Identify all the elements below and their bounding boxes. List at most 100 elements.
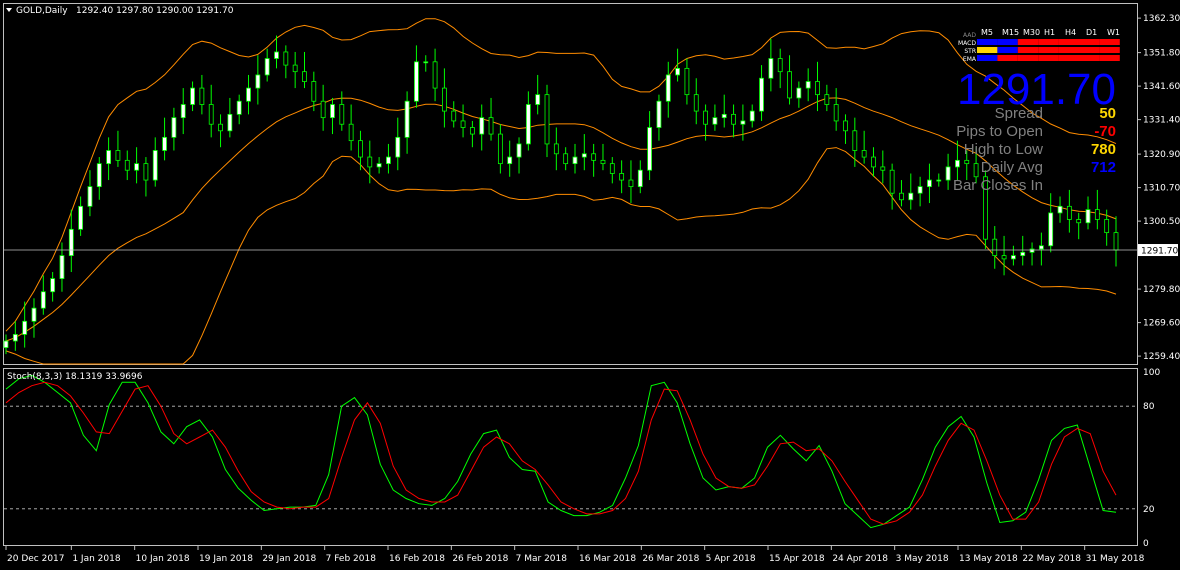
candle-body bbox=[1094, 209, 1100, 220]
candle-body bbox=[880, 166, 886, 171]
time-tick-label: 16 Mar 2018 bbox=[579, 554, 636, 564]
price-tick-label: 1341.60 bbox=[1143, 82, 1180, 92]
candle-body bbox=[581, 153, 587, 158]
signal-cell bbox=[997, 55, 1018, 61]
stat-label: Spread bbox=[995, 105, 1043, 122]
candle-body bbox=[1076, 219, 1082, 224]
signal-cell bbox=[1079, 55, 1100, 61]
candle-body bbox=[777, 58, 783, 73]
signal-cell bbox=[1099, 47, 1120, 53]
candle-body bbox=[106, 150, 112, 165]
panel-row-label: STR bbox=[964, 48, 976, 55]
chart-canvas: 1291.70 1362.30 1351.80 1341.60 1331.40 1320.… bbox=[0, 0, 1180, 570]
candle-body bbox=[731, 113, 736, 125]
signal-cell bbox=[977, 39, 998, 45]
price-tick-label: 1320.90 bbox=[1143, 150, 1180, 160]
candle-body bbox=[1113, 232, 1119, 251]
candle-body bbox=[955, 159, 960, 168]
candle-body bbox=[227, 113, 233, 132]
candle-body bbox=[190, 87, 195, 105]
candle-body bbox=[665, 74, 671, 102]
candle-body bbox=[330, 104, 335, 119]
candle-body bbox=[152, 150, 158, 181]
stoch-tick-label: 100 bbox=[1143, 368, 1160, 378]
candle-body bbox=[395, 136, 401, 158]
candle-body bbox=[1010, 255, 1016, 260]
candle-body bbox=[908, 192, 914, 201]
stoch-tick-label: 80 bbox=[1143, 402, 1155, 412]
candle-body bbox=[3, 340, 9, 348]
candle-body bbox=[1029, 248, 1035, 253]
candle-body bbox=[889, 169, 895, 194]
signal-cell bbox=[1099, 55, 1120, 61]
candle-body bbox=[246, 87, 251, 102]
candle-body bbox=[703, 110, 708, 125]
candle-body bbox=[162, 136, 167, 151]
candle-body bbox=[320, 100, 326, 119]
candle-body bbox=[591, 153, 597, 161]
candle-body bbox=[414, 61, 419, 102]
candle-body bbox=[805, 81, 811, 89]
time-tick-label: 13 May 2018 bbox=[959, 554, 1018, 564]
timeframe-label: H4 bbox=[1065, 28, 1076, 37]
current-price-tag: 1291.70 bbox=[1141, 247, 1178, 257]
price-tick-label: 1300.50 bbox=[1143, 217, 1180, 227]
candle-body bbox=[423, 61, 429, 64]
symbol-label: GOLD,Daily bbox=[16, 6, 68, 16]
candle-body bbox=[283, 51, 289, 66]
signal-cell bbox=[1079, 47, 1100, 53]
candle-body bbox=[992, 238, 998, 257]
signal-cell bbox=[1058, 47, 1079, 53]
candle-body bbox=[115, 150, 121, 161]
candle-body bbox=[759, 77, 764, 112]
candle-body bbox=[1057, 205, 1063, 214]
candle-body bbox=[833, 104, 839, 122]
time-tick-label: 5 Apr 2018 bbox=[706, 554, 756, 564]
price-tick-label: 1362.30 bbox=[1143, 14, 1180, 24]
candle-body bbox=[1066, 205, 1072, 220]
candle-body bbox=[311, 81, 317, 102]
candle-body bbox=[553, 143, 559, 155]
candle-body bbox=[302, 71, 307, 82]
candle-body bbox=[404, 100, 410, 138]
candle-body bbox=[796, 87, 802, 99]
candle-body bbox=[1048, 212, 1054, 247]
price-tick-label: 1331.40 bbox=[1143, 116, 1180, 126]
candle-body bbox=[917, 186, 923, 194]
candle-body bbox=[861, 150, 867, 158]
time-tick-label: 7 Mar 2018 bbox=[516, 554, 568, 564]
candle-body bbox=[40, 291, 46, 309]
candle-body bbox=[488, 117, 494, 135]
candle-body bbox=[843, 120, 848, 132]
time-tick-label: 26 Mar 2018 bbox=[642, 554, 699, 564]
candle-body bbox=[899, 192, 904, 201]
stat-label: Bar Closes In bbox=[953, 177, 1043, 194]
candle-body bbox=[1001, 255, 1007, 260]
candle-body bbox=[973, 163, 979, 178]
candle-body bbox=[171, 117, 177, 138]
signal-cell bbox=[977, 47, 998, 53]
candle-body bbox=[236, 100, 242, 115]
candle-body bbox=[656, 100, 662, 128]
candle-body bbox=[59, 255, 65, 279]
price-tick-label: 1279.80 bbox=[1143, 285, 1180, 295]
candle-body bbox=[572, 156, 578, 165]
candle-body bbox=[96, 163, 102, 188]
price-tick-label: 1310.70 bbox=[1143, 184, 1180, 194]
candle-body bbox=[684, 67, 690, 96]
stat-value: 712 bbox=[1091, 159, 1116, 176]
candle-body bbox=[600, 159, 606, 165]
candle-body bbox=[208, 104, 214, 125]
price-tick-label: 1351.80 bbox=[1143, 49, 1180, 59]
signal-cell bbox=[1017, 55, 1039, 61]
candle-body bbox=[768, 58, 774, 79]
signal-cell bbox=[1038, 47, 1059, 53]
signal-cell bbox=[1038, 55, 1059, 61]
panel-row-label: AAD bbox=[963, 32, 976, 39]
timeframe-label: M15 bbox=[1002, 28, 1019, 37]
candle-body bbox=[544, 94, 550, 145]
time-tick-label: 24 Apr 2018 bbox=[832, 554, 888, 564]
candle-body bbox=[451, 110, 457, 122]
panel-row-label: EMA bbox=[963, 56, 977, 63]
candle-body bbox=[675, 67, 680, 76]
